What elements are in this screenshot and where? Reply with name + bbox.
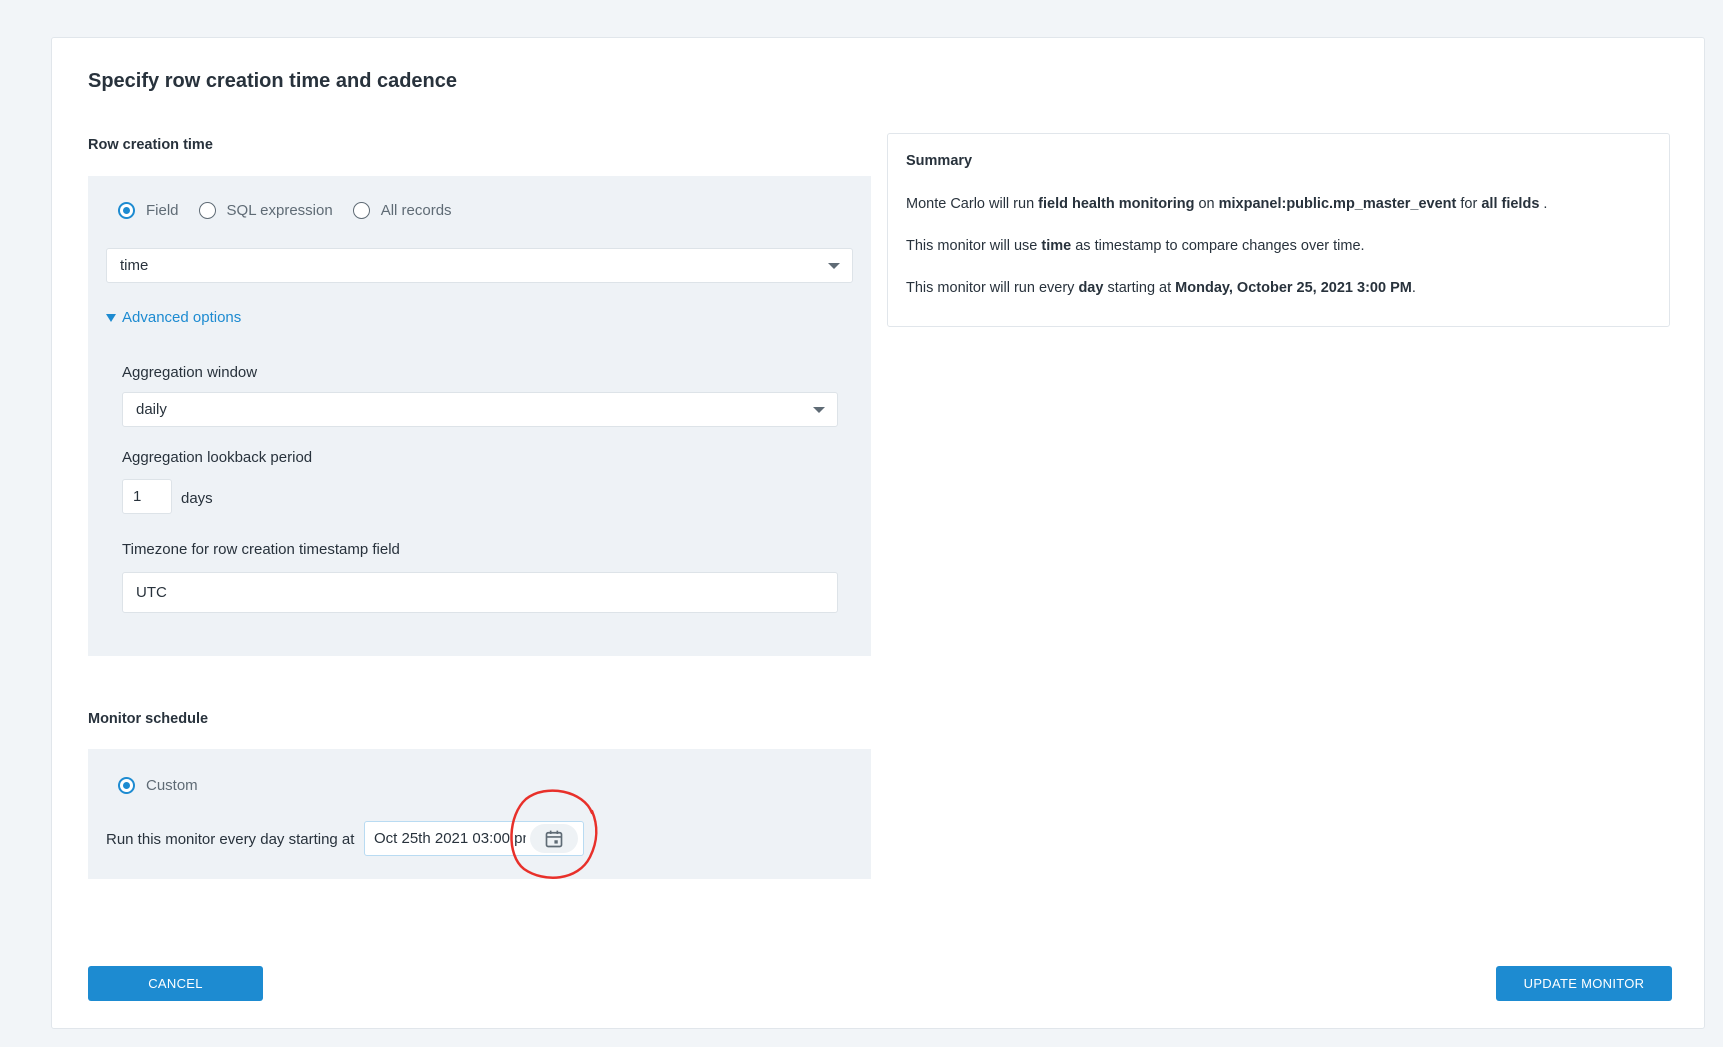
triangle-down-icon xyxy=(106,313,116,322)
monitor-config-card: Specify row creation time and cadence Ro… xyxy=(51,37,1705,1029)
radio-option-sql-expression[interactable]: SQL expression xyxy=(198,202,333,219)
radio-field[interactable] xyxy=(118,202,135,219)
summary-line-schedule: This monitor will run every day starting… xyxy=(906,280,1416,296)
cancel-button[interactable]: CANCEL xyxy=(88,966,263,1001)
annotation-circle xyxy=(510,789,598,879)
summary-text: . xyxy=(1539,196,1548,212)
summary-title: Summary xyxy=(906,153,973,169)
update-monitor-button[interactable]: UPDATE MONITOR xyxy=(1496,966,1672,1001)
summary-interval: day xyxy=(1078,280,1104,296)
row-creation-panel: Field SQL expression All records time Ad… xyxy=(88,176,871,656)
lookback-period-label: Aggregation lookback period xyxy=(122,449,313,466)
aggregation-window-select[interactable]: daily xyxy=(122,392,838,427)
run-schedule-label: Run this monitor every day starting at xyxy=(106,831,355,848)
timezone-label: Timezone for row creation timestamp fiel… xyxy=(122,541,400,558)
chevron-down-icon xyxy=(813,407,825,413)
chevron-down-icon xyxy=(828,263,840,269)
aggregation-window-value: daily xyxy=(136,401,167,418)
summary-text: This monitor will run every xyxy=(906,280,1079,296)
timezone-value: UTC xyxy=(136,584,167,601)
radio-custom-label: Custom xyxy=(146,777,198,794)
radio-all-records-label: All records xyxy=(380,202,452,219)
summary-text: on xyxy=(1194,196,1219,212)
lookback-period-value: 1 xyxy=(133,488,142,505)
summary-table-name: mixpanel:public.mp_master_event xyxy=(1218,196,1457,212)
row-creation-time-label: Row creation time xyxy=(88,137,213,153)
summary-text: starting at xyxy=(1103,280,1176,296)
field-select-value: time xyxy=(120,257,149,274)
row-creation-radio-group: Field SQL expression All records xyxy=(118,202,472,219)
advanced-options-toggle[interactable]: Advanced options xyxy=(106,309,241,326)
radio-all-records[interactable] xyxy=(352,202,370,219)
aggregation-window-label: Aggregation window xyxy=(122,364,258,381)
schedule-radio-group: Custom xyxy=(118,777,218,794)
lookback-unit-label: days xyxy=(181,490,213,507)
summary-monitor-type: field health monitoring xyxy=(1038,196,1195,212)
advanced-options-label: Advanced options xyxy=(122,309,242,326)
lookback-period-input[interactable]: 1 xyxy=(122,479,172,514)
summary-scope: all fields xyxy=(1481,196,1540,212)
radio-option-custom[interactable]: Custom xyxy=(118,777,198,794)
radio-sql-expression[interactable] xyxy=(198,202,216,219)
summary-box: Summary Monte Carlo will run field healt… xyxy=(887,133,1670,327)
summary-text: This monitor will use xyxy=(906,238,1042,254)
radio-field-label: Field xyxy=(146,202,179,219)
radio-option-all-records[interactable]: All records xyxy=(352,202,452,219)
monitor-schedule-panel: Custom Run this monitor every day starti… xyxy=(88,749,871,879)
summary-timestamp-field: time xyxy=(1041,238,1072,254)
timezone-input[interactable]: UTC xyxy=(122,572,838,613)
radio-sql-expression-label: SQL expression xyxy=(226,202,333,219)
monitor-schedule-label: Monitor schedule xyxy=(88,711,209,727)
start-datetime-value: Oct 25th 2021 03:00 pm xyxy=(374,830,526,847)
summary-text: for xyxy=(1456,196,1482,212)
summary-text: Monte Carlo will run xyxy=(906,196,1039,212)
radio-option-field[interactable]: Field xyxy=(118,202,179,219)
page-title: Specify row creation time and cadence xyxy=(88,70,458,92)
summary-text: as timestamp to compare changes over tim… xyxy=(1071,238,1365,254)
summary-start-time: Monday, October 25, 2021 3:00 PM xyxy=(1175,280,1412,296)
field-select[interactable]: time xyxy=(106,248,853,283)
summary-line-timestamp: This monitor will use time as timestamp … xyxy=(906,238,1365,254)
radio-custom[interactable] xyxy=(118,777,135,794)
summary-text: . xyxy=(1411,280,1416,296)
summary-line-monitor: Monte Carlo will run field health monito… xyxy=(906,196,1547,212)
